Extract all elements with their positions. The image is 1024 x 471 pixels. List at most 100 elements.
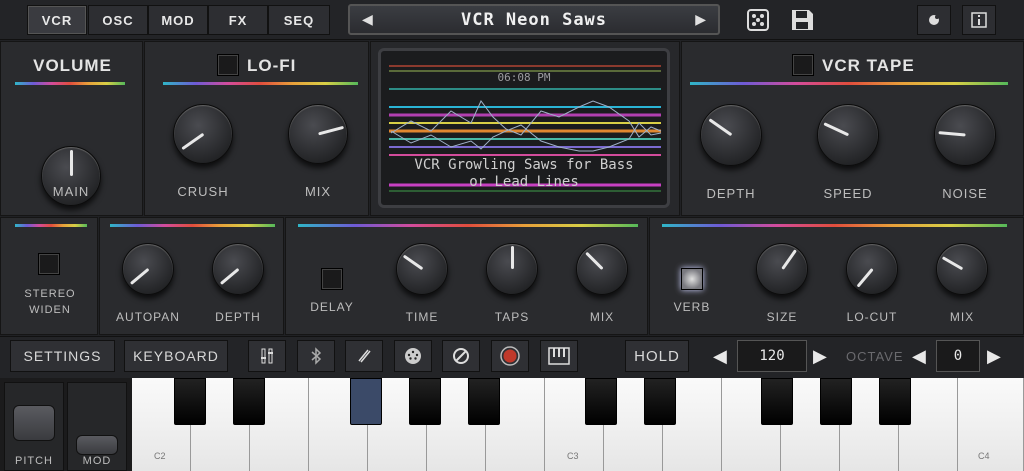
speed-knob[interactable] [817,104,879,166]
lo-cut-label: LO-CUT [846,310,898,324]
delay-label: DELAY [310,300,354,314]
verb-mix-knob[interactable] [936,243,988,295]
delay-time-label: TIME [405,310,439,324]
autopan-rainbow [110,224,275,227]
stereo-panel: STEREO WIDEN [0,217,98,335]
stereo-widen-checkbox[interactable] [38,253,60,275]
tape-depth-label: DEPTH [706,186,756,201]
key-label-c2: C2 [154,451,166,461]
noise-label: NOISE [942,186,988,201]
stop-icon[interactable] [442,340,480,372]
black-key[interactable] [409,378,441,425]
lo-cut-knob[interactable] [846,243,898,295]
delay-mix-label: MIX [589,310,615,324]
tab-fx[interactable]: FX [208,5,268,35]
delay-panel: DELAY TIME TAPS MIX [285,217,648,335]
stereo-label-line-2: WIDEN [29,304,71,316]
black-key-pressed[interactable] [350,378,382,425]
autopan-panel: AUTOPAN DEPTH [99,217,284,335]
waveform-screen: 06:08 PM VCR Growling Saws for Bass or L… [378,48,670,208]
settings-button[interactable]: SETTINGS [10,340,115,372]
description-line-1: VCR Growling Saws for Bass [414,157,634,173]
tab-vcr[interactable]: VCR [27,5,87,35]
black-key[interactable] [233,378,265,425]
tempo-value[interactable]: 120 [737,340,807,372]
pen-icon[interactable] [345,340,383,372]
black-key[interactable] [761,378,793,425]
black-key[interactable] [644,378,676,425]
taps-knob[interactable] [486,243,538,295]
info-icon[interactable] [962,5,996,35]
lofi-mix-knob[interactable] [288,104,348,164]
verb-panel: VERB SIZE LO-CUT MIX [649,217,1024,335]
mixer-icon[interactable] [248,340,286,372]
tab-mod[interactable]: MOD [148,5,208,35]
noise-knob[interactable] [934,104,996,166]
preset-name[interactable]: VCR Neon Saws [461,10,607,30]
verb-checkbox[interactable] [681,268,703,290]
clock-text: 06:08 PM [497,71,551,84]
octave-down-icon[interactable]: ◀ [912,346,926,367]
vcr-tape-rainbow [690,82,1008,85]
key-label-c3: C3 [567,451,579,461]
taps-label: TAPS [494,310,530,324]
autopan-depth-knob[interactable] [212,243,264,295]
preset-description: VCR Growling Saws for Bass or Lead Lines [381,157,667,191]
volume-title: VOLUME [33,56,112,75]
octave-label: OCTAVE [846,349,904,364]
tab-osc[interactable]: OSC [88,5,148,35]
stereo-widen-label: STEREO WIDEN [1,286,99,318]
save-icon[interactable] [788,6,816,34]
lofi-title: LO-FI [247,56,297,75]
pitch-wheel[interactable]: PITCH [4,382,64,471]
pitch-label: PITCH [15,455,53,467]
octave-up-icon[interactable]: ▶ [987,346,1001,367]
tempo-up-icon[interactable]: ▶ [813,346,827,367]
lofi-panel: LO-FI CRUSH MIX [144,41,369,216]
delay-mix-knob[interactable] [576,243,628,295]
tab-seq[interactable]: SEQ [268,5,330,35]
description-line-2: or Lead Lines [469,174,579,190]
vcr-tape-title: VCR TAPE [822,56,915,75]
keyboard-button[interactable]: KEYBOARD [124,340,228,372]
tempo-down-icon[interactable]: ◀ [713,346,727,367]
black-key[interactable] [468,378,500,425]
octave-value[interactable]: 0 [936,340,980,372]
record-icon[interactable] [491,340,529,372]
black-key[interactable] [585,378,617,425]
piano-icon[interactable] [540,340,578,372]
prev-preset-icon[interactable]: ◀ [362,11,373,28]
tape-depth-knob[interactable] [700,104,762,166]
crush-knob[interactable] [173,104,233,164]
verb-size-knob[interactable] [756,243,808,295]
bluetooth-icon[interactable] [297,340,335,372]
vcr-tape-checkbox[interactable] [792,54,814,76]
autopan-label: AUTOPAN [116,310,180,324]
white-key[interactable]: C4 [958,378,1024,471]
key-label-c4: C4 [978,451,990,461]
black-key[interactable] [174,378,206,425]
mod-wheel[interactable]: MOD [67,382,127,471]
black-key[interactable] [820,378,852,425]
delay-checkbox[interactable] [321,268,343,290]
record-top-icon[interactable] [917,5,951,35]
dice-icon[interactable] [744,6,772,34]
lofi-mix-label: MIX [304,184,332,199]
black-key[interactable] [879,378,911,425]
hold-button[interactable]: HOLD [625,340,689,372]
stereo-rainbow [15,224,87,227]
verb-mix-label: MIX [949,310,975,324]
autopan-knob[interactable] [122,243,174,295]
preset-selector: ◀ VCR Neon Saws ▶ [348,4,720,35]
crush-label: CRUSH [177,184,229,199]
next-preset-icon[interactable]: ▶ [695,11,706,28]
lofi-checkbox[interactable] [217,54,239,76]
delay-time-knob[interactable] [396,243,448,295]
midi-icon[interactable] [394,340,432,372]
keyboard-area: PITCH MOD C2 C3 C4 [0,378,1024,471]
main-label: MAIN [52,184,90,199]
stereo-label-line-1: STEREO [24,288,76,300]
verb-size-label: SIZE [766,310,798,324]
delay-rainbow [298,224,638,227]
verb-label: VERB [673,300,711,314]
